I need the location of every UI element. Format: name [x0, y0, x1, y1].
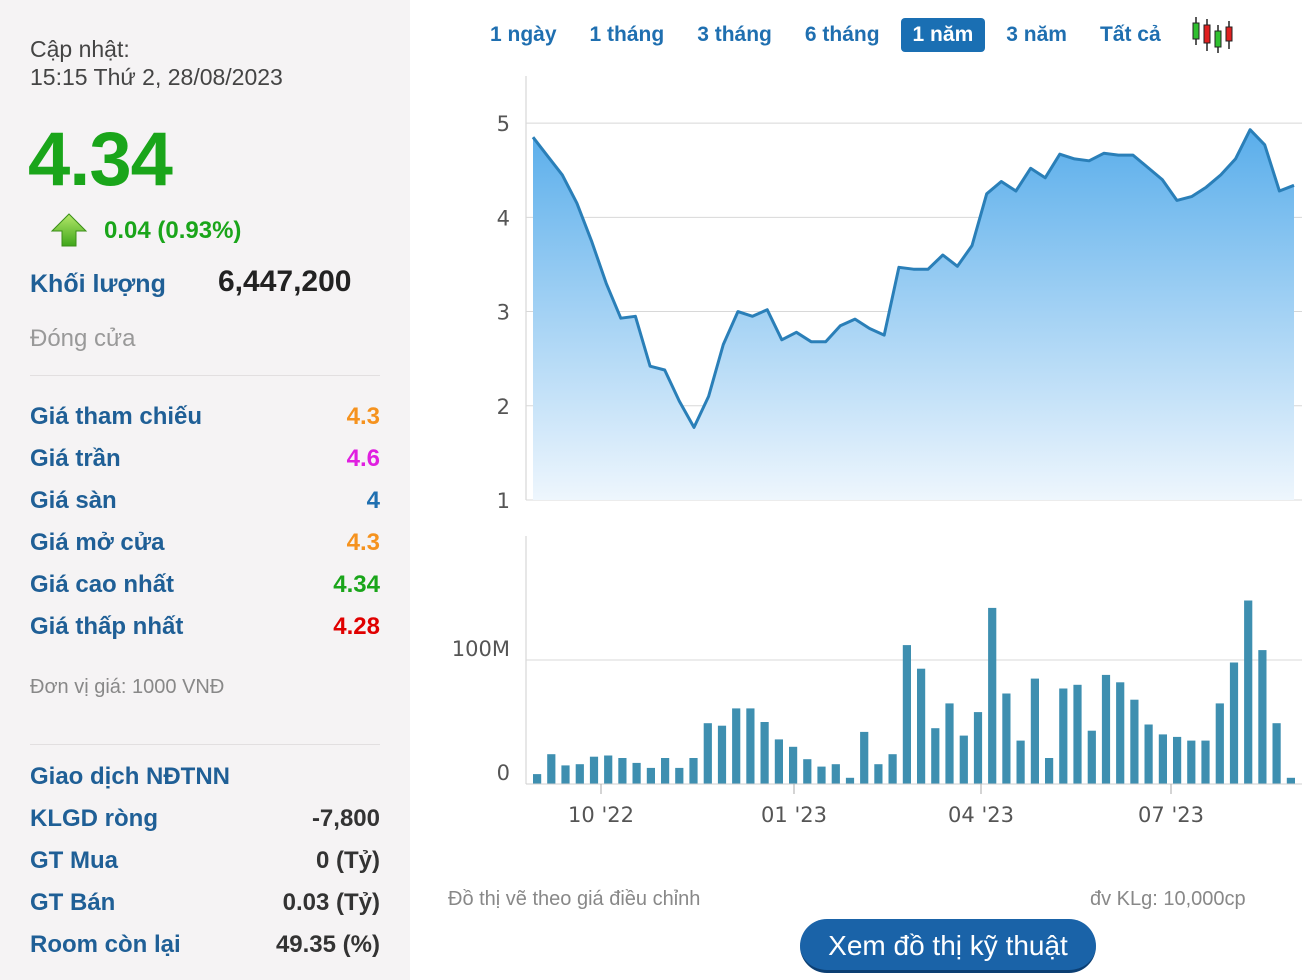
volume-bar [1045, 758, 1054, 784]
volume-bar [1059, 688, 1068, 784]
volume-bar [1272, 723, 1281, 784]
volume-bar [1286, 777, 1295, 784]
volume-bar [618, 758, 627, 784]
volume-bar [533, 774, 542, 784]
volume-bar [803, 759, 812, 784]
volume-bar [831, 764, 840, 784]
volume-bar [1215, 703, 1224, 784]
technical-chart-button[interactable]: Xem đồ thị kỹ thuật [800, 919, 1096, 973]
volume-bar [888, 754, 897, 784]
volume-bar [902, 645, 911, 784]
x-tick-label: 10 '22 [568, 803, 634, 827]
volume-bar [1187, 740, 1196, 784]
volume-bar [860, 731, 869, 784]
x-tick-label: 04 '23 [948, 803, 1014, 827]
price-tick-label: 5 [497, 112, 510, 136]
volume-bar [561, 765, 570, 784]
adjusted-price-note: Đồ thị vẽ theo giá điều chỉnh [448, 888, 701, 910]
volume-unit-note: đv KLg: 10,000cp [1090, 888, 1246, 910]
volume-bar [661, 758, 670, 784]
volume-bar [774, 739, 783, 784]
volume-bar [717, 725, 727, 784]
volume-bar [874, 764, 883, 784]
volume-bar [675, 767, 684, 784]
volume-tick-label: 0 [497, 761, 510, 785]
volume-bar [917, 668, 926, 784]
volume-bar [959, 735, 968, 784]
price-tick-label: 3 [497, 301, 510, 325]
price-tick-label: 4 [497, 206, 510, 230]
volume-bar [1130, 699, 1139, 784]
volume-bar [703, 723, 712, 784]
volume-bar [689, 758, 698, 784]
volume-bar [1229, 662, 1239, 784]
volume-bar [1258, 650, 1267, 784]
volume-bar [931, 728, 940, 784]
volume-bar [1030, 678, 1039, 784]
volume-bar [547, 754, 556, 784]
price-tick-label: 1 [497, 489, 510, 513]
volume-bar [945, 703, 954, 784]
volume-bar [845, 777, 855, 784]
volume-bar [988, 607, 997, 784]
volume-bar [973, 712, 983, 784]
volume-bar [746, 708, 755, 784]
volume-bar [1073, 684, 1082, 784]
x-tick-label: 07 '23 [1138, 803, 1204, 827]
volume-bar [604, 755, 613, 784]
stock-chart: 1 2 3 4 5 0 100M 10 '22 01 '23 04 '23 07 '23 [452, 76, 1302, 827]
volume-bar [817, 766, 826, 784]
volume-bar [1002, 693, 1011, 784]
volume-bar [632, 762, 641, 784]
volume-bar [1244, 600, 1253, 784]
volume-bar [1016, 740, 1025, 784]
volume-bar [1158, 734, 1167, 784]
price-area [533, 129, 1294, 500]
volume-bar [1116, 682, 1125, 784]
volume-bar [589, 756, 599, 784]
volume-bar [1087, 730, 1096, 784]
volume-bar [1101, 674, 1111, 784]
volume-bar [1144, 724, 1153, 784]
volume-bar [1173, 736, 1182, 784]
volume-bar [575, 764, 584, 784]
x-tick-label: 01 '23 [761, 803, 827, 827]
volume-bar [760, 722, 769, 784]
volume-bar [646, 767, 655, 784]
volume-bar [1201, 740, 1210, 784]
price-tick-label: 2 [497, 395, 510, 419]
volume-bar [789, 746, 798, 784]
volume-tick-label: 100M [452, 637, 510, 661]
volume-bar [732, 708, 741, 784]
